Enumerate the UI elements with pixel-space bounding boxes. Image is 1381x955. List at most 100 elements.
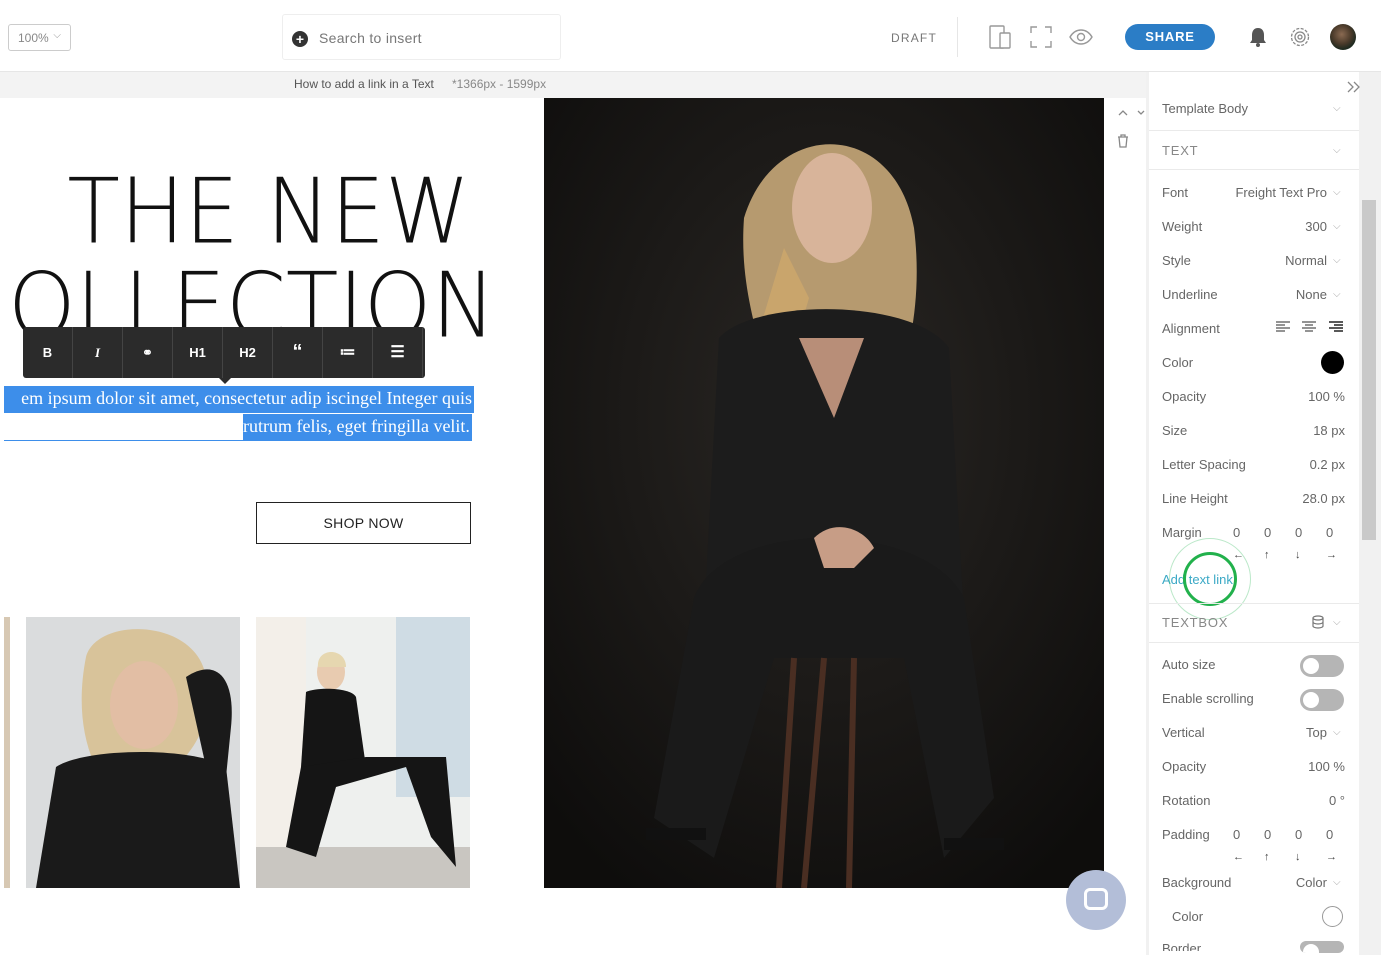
heading-1-button[interactable]: H1 — [173, 327, 223, 378]
align-right-icon[interactable] — [1329, 321, 1343, 333]
inspector-content — [1149, 72, 1359, 955]
chevron-down-icon: ⌵ — [1333, 221, 1341, 232]
border-toggle[interactable] — [1300, 941, 1344, 953]
weight-label: Weight — [1162, 219, 1203, 234]
avatar[interactable] — [1330, 24, 1356, 50]
align-center-icon[interactable] — [1302, 321, 1316, 333]
database-icon[interactable] — [1312, 615, 1324, 629]
font-value[interactable]: Freight Text Pro — [1235, 185, 1327, 200]
background-value[interactable]: Color — [1296, 875, 1327, 890]
weight-value[interactable]: 300 — [1305, 219, 1327, 234]
fullscreen-icon[interactable] — [1029, 25, 1053, 49]
scrollbar-thumb[interactable] — [1362, 200, 1376, 540]
background-label: Background — [1162, 875, 1232, 890]
share-button[interactable]: SHARE — [1125, 24, 1215, 50]
textbox-opacity-value[interactable]: 100 % — [1308, 759, 1345, 774]
underline-value[interactable]: None — [1296, 287, 1327, 302]
search-insert-field[interactable]: + Search to insert — [282, 14, 561, 60]
textbox-opacity-label: Opacity — [1162, 759, 1207, 774]
padding-left-value[interactable]: 0 — [1233, 827, 1240, 842]
line-height-value[interactable]: 28.0 px — [1302, 491, 1345, 506]
underline-label: Underline — [1162, 287, 1218, 302]
auto-size-label: Auto size — [1162, 657, 1216, 672]
margin-right-value[interactable]: 0 — [1326, 525, 1333, 540]
chevron-down-icon[interactable] — [1136, 106, 1146, 120]
vertical-label: Vertical — [1162, 725, 1205, 740]
letter-spacing-value[interactable]: 0.2 px — [1310, 457, 1345, 472]
ordered-list-button[interactable]: ≔ — [323, 327, 373, 378]
bell-icon[interactable] — [1246, 25, 1270, 49]
arrow-up-icon: ↑ — [1264, 851, 1270, 863]
arrow-down-icon: ↓ — [1295, 549, 1301, 561]
background-color-swatch[interactable] — [1322, 906, 1343, 927]
heading-2-button[interactable]: H2 — [223, 327, 273, 378]
chat-button[interactable] — [1066, 870, 1126, 930]
padding-right-value[interactable]: 0 — [1326, 827, 1333, 842]
gallery-image-1[interactable] — [26, 617, 240, 888]
rotation-label: Rotation — [1162, 793, 1211, 808]
body-text-line-1[interactable]: em ipsum dolor sit amet, consectetur adi… — [21, 388, 472, 409]
inspector-scrollbar[interactable] — [1360, 72, 1378, 952]
vertical-value[interactable]: Top — [1306, 725, 1327, 740]
rotation-value[interactable]: 0 ° — [1329, 793, 1345, 808]
search-placeholder: Search to insert — [319, 30, 422, 46]
bullet-list-button[interactable]: ☰ — [373, 327, 423, 378]
template-select[interactable]: Template Body — [1162, 101, 1248, 116]
italic-button[interactable]: I — [73, 327, 123, 378]
body-text-line-2[interactable]: rutrum felis, eget fringilla velit. — [243, 416, 470, 437]
trash-icon[interactable] — [1116, 133, 1130, 149]
enable-scrolling-toggle[interactable] — [1300, 689, 1344, 711]
margin-left-value[interactable]: 0 — [1233, 525, 1240, 540]
zoom-select[interactable]: 100% ⌵ — [8, 24, 71, 51]
textbox-section-title[interactable]: TEXTBOX — [1162, 615, 1228, 630]
text-color-swatch[interactable] — [1321, 351, 1344, 374]
enable-scrolling-label: Enable scrolling — [1162, 691, 1254, 706]
divider — [1149, 642, 1359, 643]
gear-icon[interactable] — [1288, 25, 1312, 49]
text-section-title[interactable]: TEXT — [1162, 143, 1198, 158]
chevron-down-icon: ⌵ — [1333, 255, 1341, 266]
align-left-icon[interactable] — [1276, 321, 1290, 333]
alignment-label: Alignment — [1162, 321, 1220, 336]
line-height-label: Line Height — [1162, 491, 1228, 506]
size-value[interactable]: 18 px — [1313, 423, 1345, 438]
divider — [1149, 130, 1359, 131]
text-format-toolbar: B I ⚭ H1 H2 “ ≔ ☰ — [23, 327, 425, 384]
add-icon: + — [292, 31, 308, 47]
headline-line-1[interactable]: THE NEW — [4, 160, 470, 265]
shop-now-button[interactable]: SHOP NOW — [256, 502, 471, 544]
chevron-down-icon: ⌵ — [1333, 103, 1341, 114]
quote-button[interactable]: “ — [273, 327, 323, 378]
top-toolbar: 100% ⌵ + Search to insert DRAFT SHARE — [0, 0, 1381, 72]
page-dimensions: *1366px - 1599px — [452, 77, 547, 91]
chevron-down-icon: ⌵ — [1333, 145, 1341, 156]
collapse-panel-icon[interactable] — [1346, 80, 1362, 94]
device-preview-icon[interactable] — [988, 25, 1012, 49]
zoom-value: 100% — [18, 31, 49, 45]
chevron-down-icon: ⌵ — [1333, 187, 1341, 198]
hero-image[interactable] — [544, 98, 1104, 888]
style-value[interactable]: Normal — [1285, 253, 1327, 268]
link-button[interactable]: ⚭ — [123, 327, 173, 378]
auto-size-toggle[interactable] — [1300, 655, 1344, 677]
margin-label: Margin — [1162, 525, 1202, 540]
eye-icon[interactable] — [1069, 25, 1093, 49]
toggle-knob — [1303, 692, 1319, 708]
chat-icon — [1084, 888, 1108, 910]
gallery-image-2[interactable] — [256, 617, 470, 888]
margin-top-value[interactable]: 0 — [1264, 525, 1271, 540]
margin-bottom-value[interactable]: 0 — [1295, 525, 1302, 540]
chevron-up-icon[interactable] — [1116, 106, 1130, 120]
opacity-value[interactable]: 100 % — [1308, 389, 1345, 404]
padding-bottom-value[interactable]: 0 — [1295, 827, 1302, 842]
background-color-label: Color — [1172, 909, 1204, 924]
divider — [1149, 603, 1359, 604]
chevron-down-icon: ⌵ — [1333, 289, 1341, 300]
divider — [1149, 169, 1359, 170]
bold-button[interactable]: B — [23, 327, 73, 378]
arrow-down-icon: ↓ — [1295, 851, 1301, 863]
textbox-outline — [4, 440, 470, 441]
padding-top-value[interactable]: 0 — [1264, 827, 1271, 842]
gallery-image-edge — [4, 617, 10, 888]
design-canvas[interactable]: THE NEW OLLECTION em ipsum dolor sit ame… — [4, 98, 1104, 948]
